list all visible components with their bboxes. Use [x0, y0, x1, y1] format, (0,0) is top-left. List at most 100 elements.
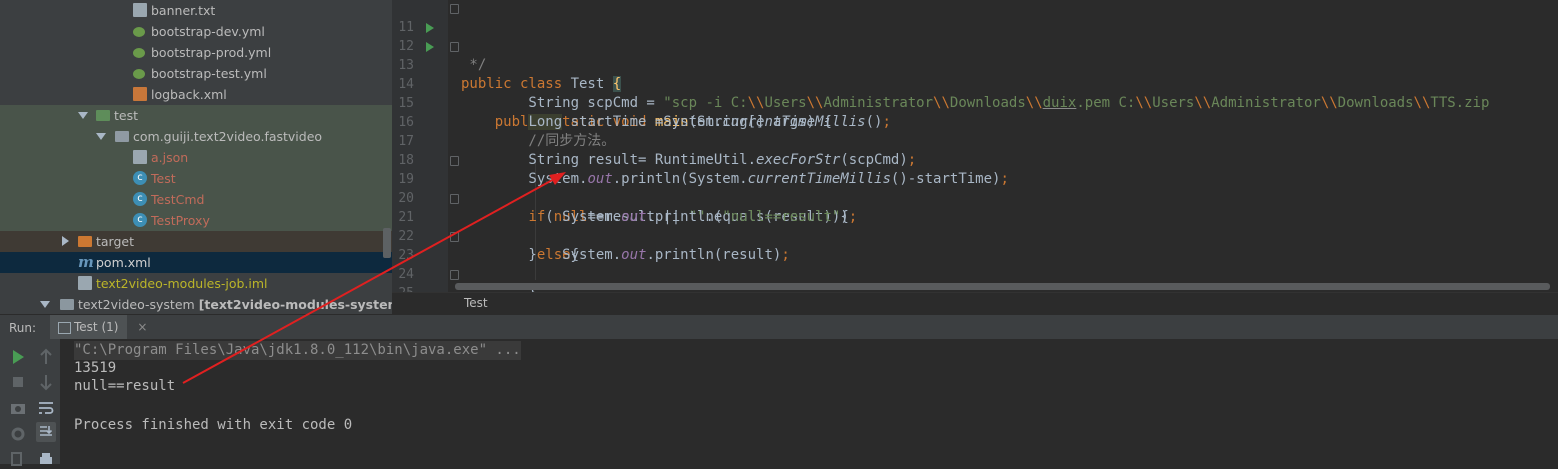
tree-item-testcmd-class[interactable]: c TestCmd [0, 189, 392, 210]
console-line-command: "C:\Program Files\Java\jdk1.8.0_112\bin\… [74, 341, 521, 360]
editor-horizontal-scrollbar[interactable] [455, 283, 1550, 290]
fold-icon[interactable] [450, 270, 459, 280]
fold-icon[interactable] [450, 4, 459, 14]
tree-item-label: TestCmd [151, 192, 205, 207]
tree-item-label: a.json [151, 150, 189, 165]
tree-item-bootstrap-test[interactable]: bootstrap-test.yml [0, 63, 380, 84]
tree-item-label: text2video-system [text2video-modules-sy… [78, 294, 392, 314]
code-line-19: 19 if(null==result || "".equals(result))… [392, 151, 1558, 225]
breadcrumb: Test [392, 292, 1558, 315]
chevron-down-icon[interactable] [96, 133, 106, 140]
tree-item-package[interactable]: com.guiji.text2video.fastvideo [0, 126, 392, 147]
code-editor[interactable]: 11 */ 12 public class Test { 13 public s… [392, 0, 1558, 292]
tree-item-label: pom.xml [96, 255, 151, 270]
code-line-15: 15 Long startTime =System.currentTimeMil… [392, 75, 1558, 130]
code-line-14: 14 String scpCmd = "scp -i C:\\Users\\Ad… [392, 56, 1558, 111]
text-file-icon [133, 3, 147, 17]
tree-item-bootstrap-dev[interactable]: bootstrap-dev.yml [0, 21, 380, 42]
code-line-16: 16 //同步方法。 [392, 94, 1558, 149]
tree-item-label: TestProxy [151, 213, 210, 228]
project-tree: banner.txt bootstrap-dev.yml bootstrap-p… [0, 0, 392, 314]
tree-item-a-json[interactable]: a.json [0, 147, 392, 168]
tree-item-test-class[interactable]: c Test [0, 168, 392, 189]
gear-icon[interactable] [8, 424, 28, 444]
tree-item-label: bootstrap-prod.yml [151, 45, 272, 60]
fold-icon[interactable] [450, 156, 459, 166]
fold-icon[interactable] [450, 194, 459, 204]
tree-item-label: com.guiji.text2video.fastvideo [133, 129, 323, 144]
module-name: text2video-system [78, 297, 195, 312]
chevron-down-icon[interactable] [40, 301, 50, 308]
code-line-23: 23 } [392, 227, 1558, 292]
exit-icon[interactable] [8, 449, 28, 469]
chevron-down-icon[interactable] [78, 112, 88, 119]
yaml-file-icon [133, 48, 145, 58]
tree-item-bootstrap-prod[interactable]: bootstrap-prod.yml [0, 42, 380, 63]
close-icon[interactable]: × [137, 315, 147, 340]
tree-item-pom-xml[interactable]: m pom.xml [0, 252, 392, 273]
arrow-down-icon[interactable] [36, 372, 56, 392]
code-line-17: 17 String result= RuntimeUtil.execForStr… [392, 113, 1558, 168]
run-panel-header: Run: Test (1) × [0, 314, 1558, 340]
tree-item-label: text2video-modules-job.iml [96, 276, 268, 291]
print-icon[interactable] [36, 449, 56, 469]
class-icon: c [133, 171, 147, 185]
package-icon [115, 131, 129, 142]
class-icon: c [133, 192, 147, 206]
camera-icon[interactable] [8, 398, 28, 418]
soft-wrap-icon[interactable] [36, 398, 56, 418]
run-console[interactable]: "C:\Program Files\Java\jdk1.8.0_112\bin\… [60, 339, 1558, 464]
tree-item-label: bootstrap-test.yml [151, 66, 267, 81]
tree-item-iml[interactable]: text2video-modules-job.iml [0, 273, 380, 294]
code-line-25: 25 } [392, 265, 1558, 292]
class-icon: c [133, 213, 147, 227]
fold-icon[interactable] [450, 232, 459, 242]
tree-item-label: Test [151, 171, 176, 186]
tree-item-label: logback.xml [151, 87, 227, 102]
tab-label: Test (1) [74, 320, 119, 334]
code-line-13: 13 public static void main(String[] args… [392, 37, 1558, 130]
code-line-24: 24 [392, 246, 1558, 282]
code-line-22: 22 System.out.println(result); [392, 208, 1558, 263]
console-line: Process finished with exit code 0 [74, 417, 353, 433]
tree-item-testproxy-class[interactable]: c TestProxy [0, 210, 392, 231]
test-folder-icon [96, 110, 110, 121]
console-icon [58, 322, 71, 334]
code-line-12: 12 public class Test { [392, 18, 1558, 92]
chevron-right-icon[interactable] [62, 236, 69, 246]
tree-item-label: banner.txt [151, 3, 216, 18]
module-suffix: [text2video-modules-system] [198, 297, 392, 312]
tab-run-test[interactable]: Test (1) × [50, 315, 147, 340]
breadcrumb-item[interactable]: Test [464, 296, 488, 310]
tree-item-text2video-system[interactable]: text2video-system [text2video-modules-sy… [0, 294, 392, 314]
code-line-21: 21 }else{ [392, 189, 1558, 263]
code-line-11: 11 */ [392, 0, 1558, 73]
code-line-20: 20 System.out.println("null==result"); [392, 170, 1558, 225]
tree-item-logback-xml[interactable]: logback.xml [0, 84, 380, 105]
tree-item-label: test [114, 108, 139, 123]
tree-item-label: bootstrap-dev.yml [151, 24, 265, 39]
folder-icon [78, 236, 92, 247]
yaml-file-icon [133, 27, 145, 37]
console-line: null==result [74, 378, 176, 394]
xml-file-icon [133, 87, 147, 101]
stop-icon[interactable] [8, 372, 28, 392]
module-folder-icon [60, 299, 74, 310]
run-label: Run: [9, 321, 37, 335]
fold-icon[interactable] [450, 42, 459, 52]
maven-icon: m [78, 253, 94, 271]
arrow-up-icon[interactable] [36, 347, 56, 367]
iml-file-icon [78, 276, 92, 290]
tree-item-banner-txt[interactable]: banner.txt [0, 0, 380, 21]
scroll-to-end-icon[interactable] [36, 422, 56, 442]
yaml-file-icon [133, 69, 145, 79]
tree-item-test-folder[interactable]: test [0, 105, 392, 126]
tree-scrollbar[interactable] [383, 228, 391, 258]
run-gutter-icon[interactable] [426, 42, 434, 52]
json-file-icon [133, 150, 147, 164]
run-toolbar [0, 339, 60, 466]
code-line-18: 18 System.out.println(System.currentTime… [392, 132, 1558, 187]
rerun-icon[interactable] [8, 347, 28, 367]
tree-item-target[interactable]: target [0, 231, 392, 252]
run-gutter-icon[interactable] [426, 23, 434, 33]
